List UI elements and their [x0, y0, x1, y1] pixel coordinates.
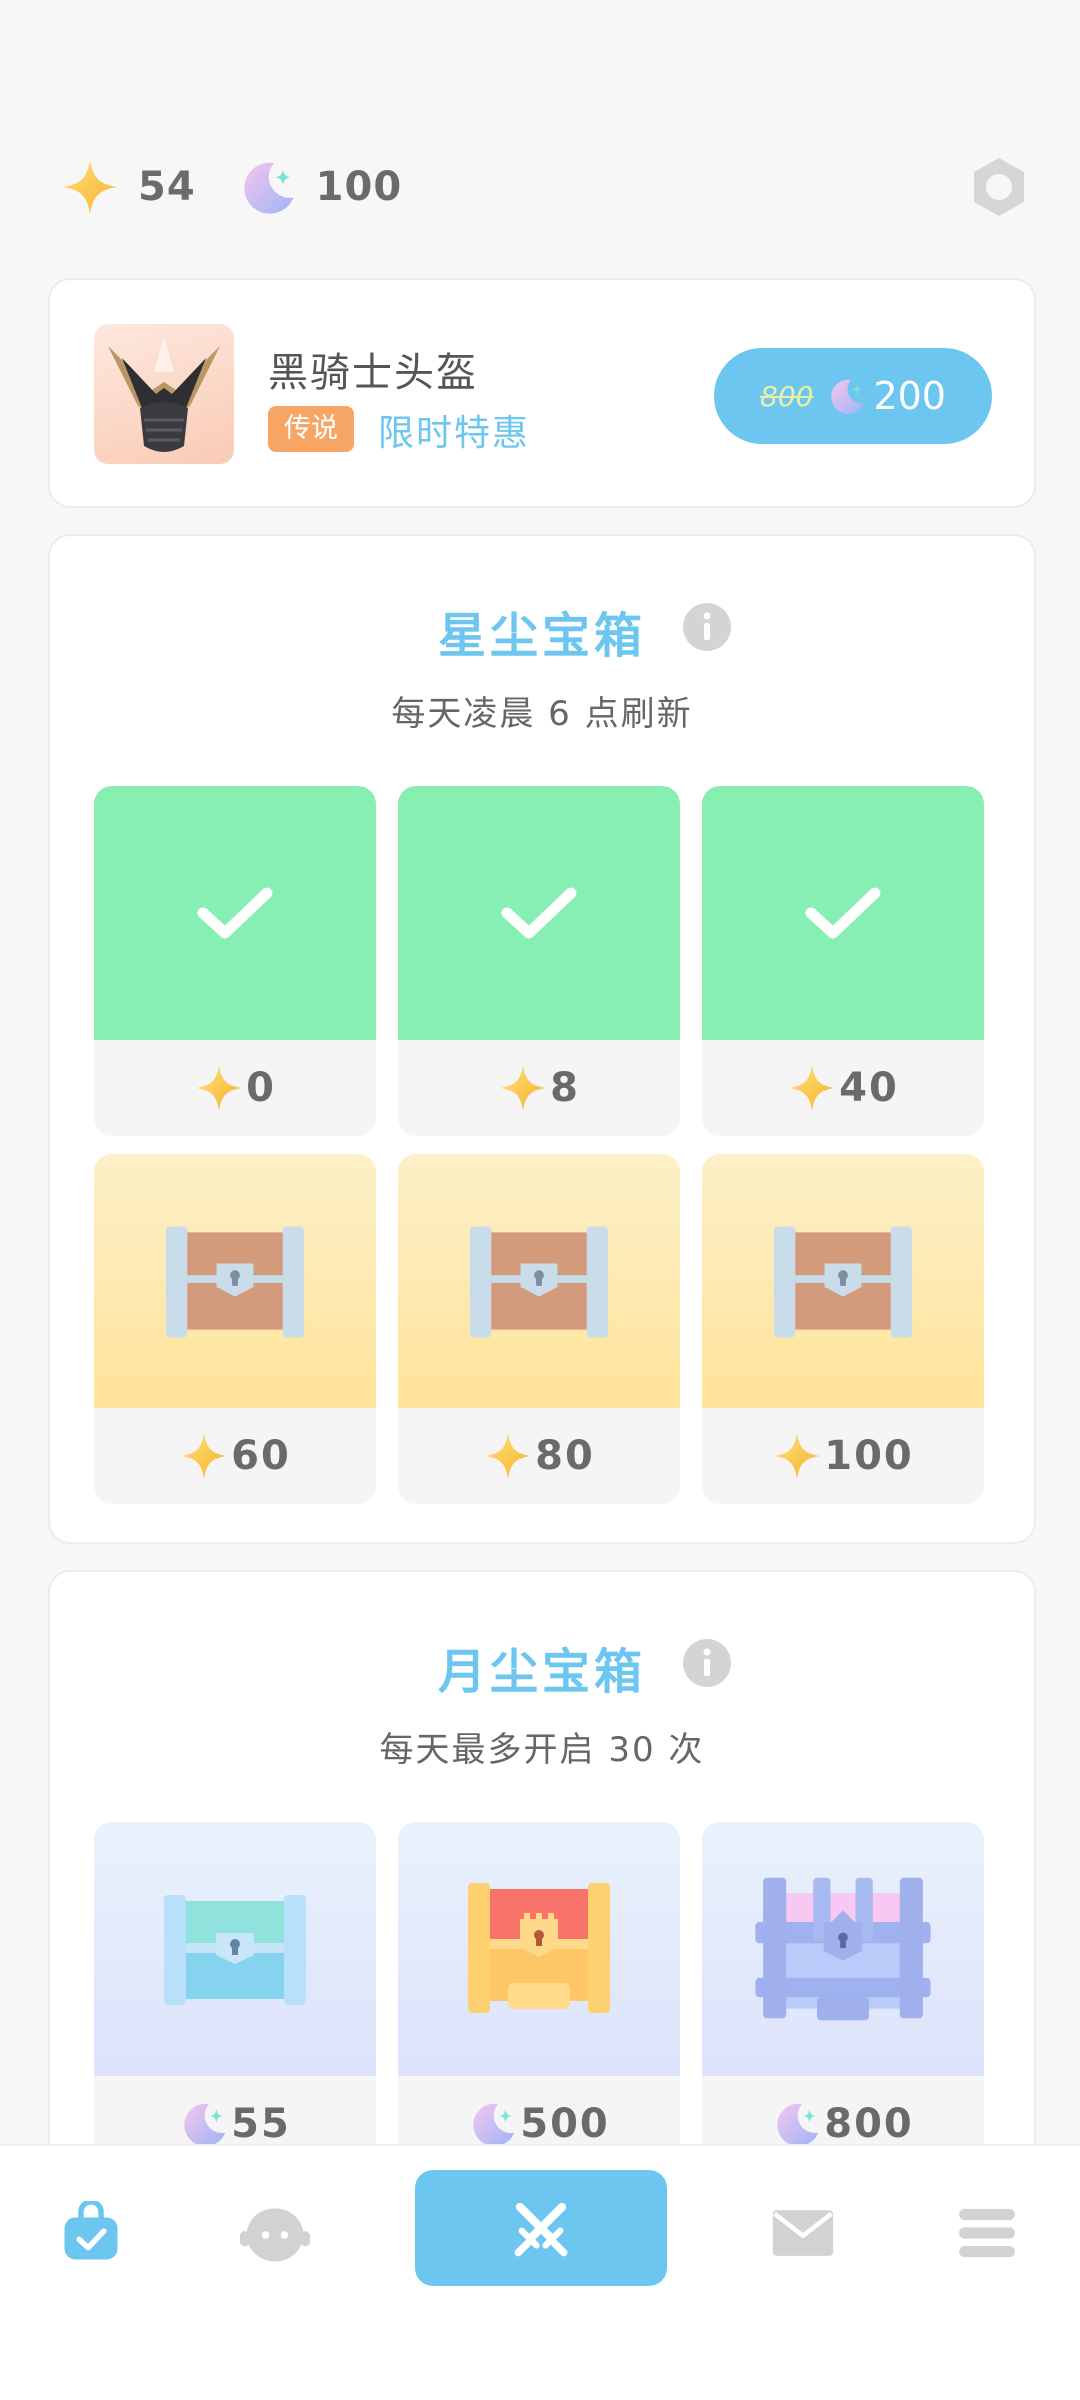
- treasure-chest-icon: [466, 1222, 612, 1340]
- black-knight-helmet-icon: [108, 336, 220, 452]
- section-subtitle: 每天最多开启 30 次: [379, 1730, 705, 1770]
- tier-cost: 500: [520, 2101, 610, 2147]
- tier-cost: 60: [231, 1433, 291, 1479]
- bottom-nav: [0, 2144, 1080, 2400]
- tier-cost: 0: [246, 1065, 276, 1111]
- star-icon: [60, 157, 120, 217]
- stardust-tier-claimed: 8: [398, 786, 680, 1136]
- star-icon: [498, 1063, 548, 1113]
- red-gold-chest-icon: [468, 1883, 610, 2013]
- check-icon: [197, 887, 273, 939]
- tier-cost: 100: [824, 1433, 914, 1479]
- stardust-amount: 54: [138, 164, 196, 210]
- star-icon: [772, 1431, 822, 1481]
- section-subtitle: 每天凌晨 6 点刷新: [391, 694, 693, 734]
- check-icon: [805, 887, 881, 939]
- check-icon: [501, 887, 577, 939]
- moondust-balance: 100: [238, 157, 403, 217]
- shop-bag-icon: [64, 2201, 118, 2260]
- stardust-chest-tile[interactable]: 80: [398, 1154, 680, 1504]
- moondust-chest-tile[interactable]: 55: [94, 1822, 376, 2172]
- sale-price: 200: [873, 374, 946, 418]
- moon-icon: [772, 2099, 822, 2149]
- stardust-chest-tile[interactable]: 60: [94, 1154, 376, 1504]
- stardust-balance: 54: [60, 157, 196, 217]
- currency-bar: 54 100: [60, 150, 1032, 224]
- nav-character[interactable]: [240, 2198, 310, 2268]
- rarity-badge: 传说: [268, 406, 354, 452]
- stardust-chest-tile[interactable]: 100: [702, 1154, 984, 1504]
- settings-hexagon-icon[interactable]: [966, 154, 1032, 220]
- tier-cost: 80: [535, 1433, 595, 1479]
- stardust-chest-section: 星尘宝箱 每天凌晨 6 点刷新 0 8 40 60 80 100: [48, 534, 1036, 1544]
- info-icon[interactable]: [682, 602, 732, 652]
- moon-icon: [827, 376, 867, 416]
- star-icon: [179, 1431, 229, 1481]
- mail-icon: [772, 2210, 834, 2256]
- tier-cost: 8: [550, 1065, 580, 1111]
- moon-icon: [238, 157, 298, 217]
- star-icon: [787, 1063, 837, 1113]
- moon-icon: [468, 2099, 518, 2149]
- helmet-thumbnail: [94, 324, 234, 464]
- menu-icon: [959, 2208, 1015, 2258]
- star-icon: [483, 1431, 533, 1481]
- app-screen: 54 100 黑骑士头盔 传说 限时特惠 800 200 星尘宝箱 每天凌晨 6…: [0, 0, 1080, 2400]
- star-icon: [194, 1063, 244, 1113]
- limited-offer-card[interactable]: 黑骑士头盔 传说 限时特惠 800 200: [48, 278, 1036, 508]
- nav-menu[interactable]: [952, 2198, 1022, 2268]
- nav-mail[interactable]: [768, 2198, 838, 2268]
- battle-swords-icon: [514, 2202, 568, 2257]
- moondust-amount: 100: [315, 164, 403, 210]
- offer-item-name: 黑骑士头盔: [268, 350, 478, 396]
- stardust-tier-claimed: 0: [94, 786, 376, 1136]
- character-icon: [240, 2208, 310, 2262]
- section-title: 星尘宝箱: [437, 608, 646, 664]
- moon-icon: [179, 2099, 229, 2149]
- stardust-tier-claimed: 40: [702, 786, 984, 1136]
- buy-offer-button[interactable]: 800 200: [714, 348, 992, 444]
- original-price: 800: [760, 379, 814, 413]
- nav-shop[interactable]: [56, 2198, 126, 2268]
- tier-cost: 55: [231, 2101, 291, 2147]
- purple-chest-icon: [755, 1877, 931, 2021]
- promo-label: 限时特惠: [378, 413, 531, 454]
- section-title: 月尘宝箱: [437, 1644, 646, 1700]
- moondust-chest-tile[interactable]: 800: [702, 1822, 984, 2172]
- info-icon[interactable]: [682, 1638, 732, 1688]
- nav-battle-button[interactable]: [415, 2170, 667, 2286]
- treasure-chest-icon: [770, 1222, 916, 1340]
- moondust-chest-tile[interactable]: 500: [398, 1822, 680, 2172]
- tier-cost: 40: [839, 1065, 899, 1111]
- teal-chest-icon: [164, 1895, 306, 2005]
- treasure-chest-icon: [162, 1222, 308, 1340]
- tier-cost: 800: [824, 2101, 914, 2147]
